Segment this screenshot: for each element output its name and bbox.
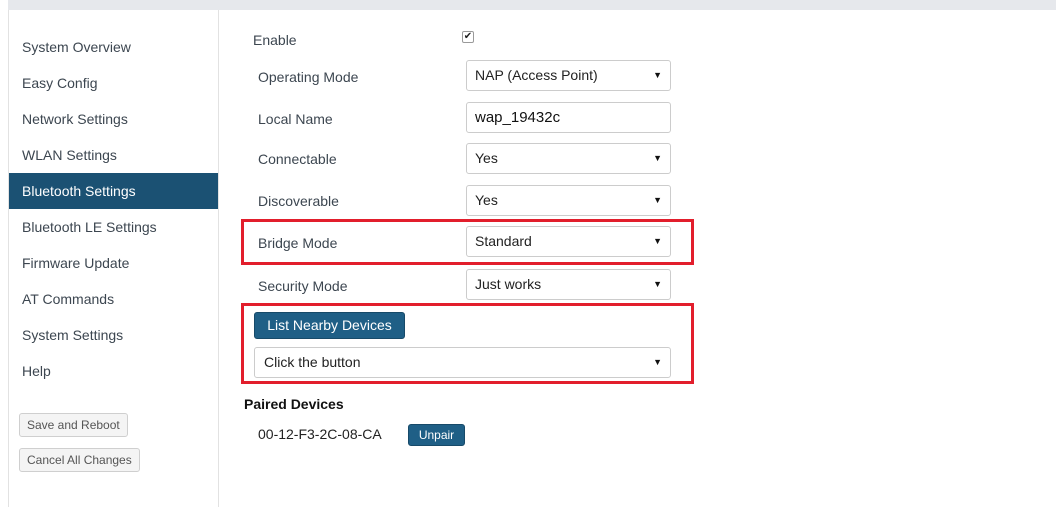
security-mode-label: Security Mode	[258, 278, 348, 294]
unpair-button[interactable]: Unpair	[408, 424, 465, 446]
save-and-reboot-button[interactable]: Save and Reboot	[19, 413, 128, 437]
list-nearby-devices-button[interactable]: List Nearby Devices	[254, 312, 405, 339]
nearby-devices-value: Click the button	[264, 354, 361, 370]
sidebar-item-easy-config[interactable]: Easy Config	[9, 65, 218, 101]
chevron-down-icon: ▼	[653, 279, 662, 289]
security-mode-select[interactable]: Just works ▼	[466, 269, 671, 300]
sidebar-divider	[218, 10, 219, 507]
sidebar-item-firmware-update[interactable]: Firmware Update	[9, 245, 218, 281]
sidebar-item-system-settings[interactable]: System Settings	[9, 317, 218, 353]
enable-checkbox[interactable]: ✔	[462, 31, 474, 43]
sidebar-item-network-settings[interactable]: Network Settings	[9, 101, 218, 137]
sidebar-item-bluetooth-le-settings[interactable]: Bluetooth LE Settings	[9, 209, 218, 245]
chevron-down-icon: ▼	[653, 195, 662, 205]
bridge-mode-label: Bridge Mode	[258, 235, 338, 251]
chevron-down-icon: ▼	[653, 236, 662, 246]
connectable-select[interactable]: Yes ▼	[466, 143, 671, 174]
local-name-input[interactable]: wap_19432c	[466, 102, 671, 133]
local-name-label: Local Name	[258, 111, 333, 127]
sidebar-item-help[interactable]: Help	[9, 353, 218, 389]
top-bar	[8, 0, 1056, 10]
sidebar-nav: System Overview Easy Config Network Sett…	[9, 29, 218, 389]
paired-device-address: 00-12-F3-2C-08-CA	[258, 426, 382, 442]
paired-devices-title: Paired Devices	[244, 396, 344, 412]
sidebar-item-at-commands[interactable]: AT Commands	[9, 281, 218, 317]
discoverable-select[interactable]: Yes ▼	[466, 185, 671, 216]
bridge-mode-select[interactable]: Standard ▼	[466, 226, 671, 257]
cancel-all-changes-button[interactable]: Cancel All Changes	[19, 448, 140, 472]
connectable-value: Yes	[475, 150, 498, 166]
discoverable-label: Discoverable	[258, 193, 339, 209]
discoverable-value: Yes	[475, 192, 498, 208]
connectable-label: Connectable	[258, 151, 337, 167]
operating-mode-select[interactable]: NAP (Access Point) ▼	[466, 60, 671, 91]
sidebar-item-wlan-settings[interactable]: WLAN Settings	[9, 137, 218, 173]
bridge-mode-value: Standard	[475, 233, 532, 249]
nearby-devices-select[interactable]: Click the button ▼	[254, 347, 671, 378]
sidebar-item-bluetooth-settings[interactable]: Bluetooth Settings	[9, 173, 218, 209]
chevron-down-icon: ▼	[653, 70, 662, 80]
sidebar-item-system-overview[interactable]: System Overview	[9, 29, 218, 65]
checkmark-icon: ✔	[463, 31, 473, 42]
security-mode-value: Just works	[475, 276, 542, 292]
operating-mode-value: NAP (Access Point)	[475, 67, 598, 83]
chevron-down-icon: ▼	[653, 357, 662, 367]
operating-mode-label: Operating Mode	[258, 69, 359, 85]
chevron-down-icon: ▼	[653, 153, 662, 163]
enable-label: Enable	[253, 32, 297, 48]
